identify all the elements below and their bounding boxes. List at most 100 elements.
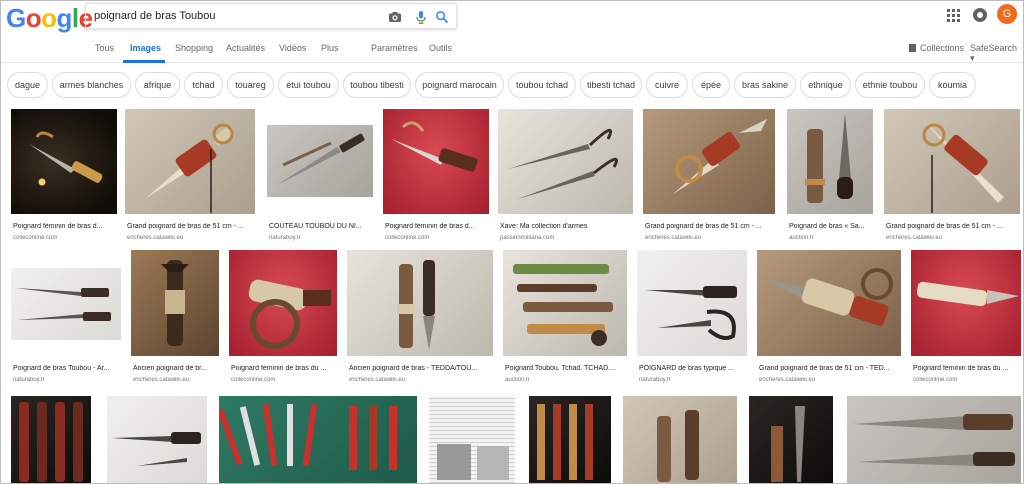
image-result[interactable]: Poignard féminin de bras du ... collecon… <box>229 250 337 385</box>
chip[interactable]: armes blanches <box>52 72 131 98</box>
result-thumbnail[interactable] <box>529 396 611 483</box>
dagger-image <box>161 260 189 346</box>
search-icon[interactable] <box>435 10 449 24</box>
image-result[interactable]: Ancien poignard de br... encheres.catawi… <box>131 250 219 385</box>
result-thumbnail[interactable] <box>757 250 901 356</box>
image-result[interactable]: Xave: Ma collection d'armes passionmilit… <box>498 109 633 241</box>
result-source: encheres.catawiki.eu <box>349 377 406 383</box>
result-thumbnail[interactable] <box>11 109 117 214</box>
chip[interactable]: bras sakine <box>734 72 796 98</box>
tab-news[interactable]: Actualités <box>226 43 265 53</box>
image-result[interactable]: Poignard féminin de bras d... colleconli… <box>11 109 117 241</box>
tab-settings[interactable]: Paramètres <box>371 43 418 53</box>
document-image <box>437 444 509 480</box>
result-thumbnail[interactable] <box>911 250 1021 356</box>
result-thumbnail[interactable] <box>847 396 1021 483</box>
image-result[interactable] <box>429 396 515 483</box>
image-result[interactable]: Poignard Toubou. Tchad. TCHAD.... auctio… <box>503 250 627 385</box>
dagger-image <box>645 286 737 340</box>
image-result[interactable]: Grand poignard de bras de 51 cm - ... en… <box>125 109 255 241</box>
image-result[interactable]: Grand poignard de bras de 51 cm - TED...… <box>757 250 901 385</box>
chip[interactable]: tibesti tchad <box>580 72 642 98</box>
image-result[interactable]: Poignard de bras Toubou - Ar... naturabu… <box>11 250 121 385</box>
chip[interactable]: tchad <box>184 72 223 98</box>
result-thumbnail[interactable] <box>347 250 493 356</box>
chip[interactable]: koumia <box>929 72 976 98</box>
result-thumbnail[interactable] <box>219 396 417 483</box>
result-source: encheres.catawiki.eu <box>759 377 816 383</box>
image-result[interactable]: Poignard féminin de bras d... colleconli… <box>383 109 489 241</box>
result-thumbnail[interactable] <box>643 109 775 214</box>
chip[interactable]: poignard marocain <box>415 72 504 98</box>
apps-grid-icon[interactable] <box>947 9 961 23</box>
avatar[interactable]: G <box>997 4 1017 24</box>
camera-icon[interactable] <box>388 10 402 24</box>
chip[interactable]: dague <box>7 72 48 98</box>
result-title: Grand poignard de bras de 51 cm - ... <box>645 223 762 230</box>
collections-link[interactable]: Collections <box>909 43 964 53</box>
search-input[interactable]: poignard de bras Toubou <box>94 10 216 22</box>
tab-videos[interactable]: Vidéos <box>279 43 306 53</box>
microphone-icon[interactable] <box>414 10 428 24</box>
result-source: encheres.catawiki.eu <box>886 235 943 241</box>
active-tab-indicator <box>123 60 165 63</box>
dagger-image <box>508 128 618 199</box>
image-result[interactable] <box>11 396 91 483</box>
result-thumbnail[interactable] <box>498 109 633 214</box>
tab-more[interactable]: Plus <box>321 43 339 53</box>
tab-shopping[interactable]: Shopping <box>175 43 213 53</box>
result-thumbnail[interactable] <box>131 250 219 356</box>
result-thumbnail[interactable] <box>383 109 489 214</box>
notifications-icon[interactable] <box>973 8 987 22</box>
result-source: naturabuy.fr <box>269 235 301 241</box>
chip[interactable]: ethnique <box>800 72 851 98</box>
dagger-image <box>19 402 83 482</box>
result-source: colleconline.com <box>231 377 276 383</box>
result-title: Poignard de bras « Sa... <box>789 223 865 230</box>
browser-page: Google poignard de bras Toubou G Tous Im… <box>0 0 1024 484</box>
result-thumbnail[interactable] <box>637 250 747 356</box>
result-thumbnail[interactable] <box>267 125 373 197</box>
result-thumbnail[interactable] <box>229 250 337 356</box>
image-result[interactable]: POIGNARD de bras typique ... naturabuy.f… <box>637 250 747 385</box>
chip[interactable]: touareg <box>227 72 274 98</box>
safesearch-dropdown[interactable]: SafeSearch ▾ <box>970 43 1023 64</box>
image-result[interactable]: COUTEAU TOUBOU DU NI... naturabuy.fr <box>263 109 375 241</box>
result-thumbnail[interactable] <box>429 396 515 483</box>
tab-images[interactable]: Images <box>130 43 161 53</box>
tab-all[interactable]: Tous <box>95 43 114 53</box>
result-thumbnail[interactable] <box>787 109 873 214</box>
chip[interactable]: toubou tchad <box>508 72 576 98</box>
google-logo[interactable]: Google <box>6 3 93 34</box>
image-result[interactable]: Grand poignard de bras de 51 cm - ... en… <box>884 109 1020 241</box>
image-result[interactable] <box>847 396 1021 483</box>
result-source: passionmilitaria.com <box>500 235 555 241</box>
image-result[interactable] <box>529 396 611 483</box>
tab-tools[interactable]: Outils <box>429 43 452 53</box>
image-result[interactable]: Poignard féminin de bras du ... collecon… <box>911 250 1021 385</box>
result-title: Poignard de bras Toubou - Ar... <box>13 365 110 372</box>
image-result[interactable]: Ancien poignard de bras - TEDDA/TOU... e… <box>347 250 493 385</box>
result-source: naturabuy.fr <box>639 377 671 383</box>
result-thumbnail[interactable] <box>623 396 737 483</box>
result-thumbnail[interactable] <box>503 250 627 356</box>
image-result[interactable] <box>219 396 417 483</box>
result-thumbnail[interactable] <box>884 109 1020 214</box>
chip[interactable]: étui toubou <box>278 72 339 98</box>
search-box[interactable]: poignard de bras Toubou <box>85 3 457 29</box>
result-thumbnail[interactable] <box>125 109 255 214</box>
chip[interactable]: afrique <box>135 72 180 98</box>
result-thumbnail[interactable] <box>11 396 91 483</box>
result-thumbnail[interactable] <box>11 268 121 340</box>
chip[interactable]: cuivre <box>646 72 688 98</box>
result-thumbnail[interactable] <box>749 396 833 483</box>
chip[interactable]: ethnie toubou <box>855 72 925 98</box>
chip[interactable]: épée <box>692 72 730 98</box>
image-result[interactable] <box>749 396 833 483</box>
image-result[interactable]: Grand poignard de bras de 51 cm - ... en… <box>643 109 775 241</box>
image-result[interactable] <box>623 396 737 483</box>
image-result[interactable] <box>107 396 207 483</box>
result-thumbnail[interactable] <box>107 396 207 483</box>
chip[interactable]: toubou tibesti <box>343 72 411 98</box>
image-result[interactable]: Poignard de bras « Sa... auction.fr <box>787 109 873 241</box>
